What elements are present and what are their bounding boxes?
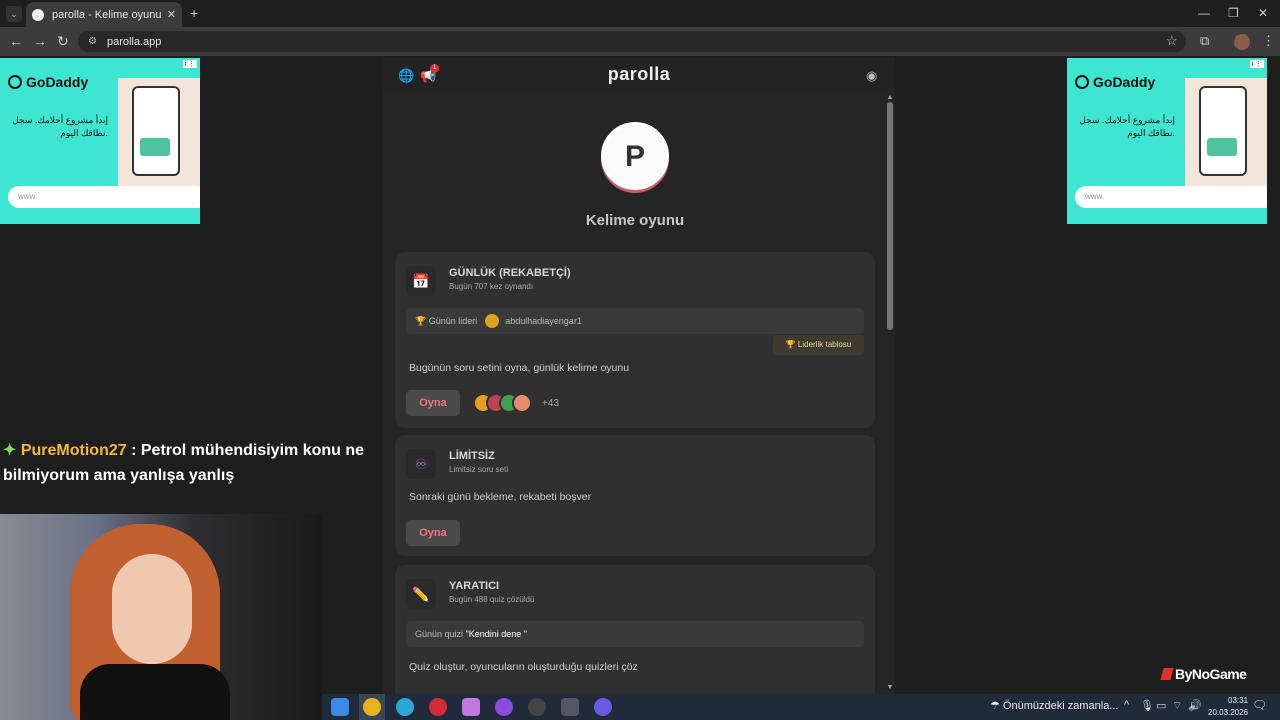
page-scrollbar[interactable]: ▲ ▼ (886, 94, 894, 692)
edge-icon[interactable] (396, 698, 414, 716)
infinity-icon: ♾ (406, 449, 436, 479)
ad-choices-icon[interactable]: i ⋮ (182, 60, 197, 68)
volume-icon[interactable]: 🔊 (1188, 699, 1202, 712)
godaddy-logo: GoDaddy (1075, 74, 1155, 90)
browser-tab[interactable]: parolla - Kelime oyunu. Günlük ✕ (26, 2, 182, 27)
calendar-icon: 📅 (406, 266, 436, 296)
close-window-button[interactable]: ✕ (1258, 6, 1268, 20)
quiz-label: Günün quizi (415, 629, 464, 639)
bookmark-star-icon[interactable]: ☆ (1166, 33, 1178, 49)
browser-tab-strip: ⌄ parolla - Kelime oyunu. Günlük ✕ + — ❐… (0, 0, 1280, 27)
daily-quiz-row[interactable]: Günün quizi "Kendini dene " (406, 621, 864, 647)
tab-search-icon[interactable]: ⌄ (6, 6, 22, 22)
card-title: LİMİTSİZ (449, 450, 495, 462)
card-title: YARATICI (449, 580, 500, 592)
tab-title: parolla - Kelime oyunu. Günlük (52, 8, 161, 21)
wifi-icon[interactable]: ⌔ (1172, 699, 1182, 713)
scroll-down-icon[interactable]: ▼ (886, 684, 894, 691)
card-description: Sonraki günü bekleme, rekabeti boşver (409, 491, 592, 503)
profile-avatar[interactable] (1234, 34, 1250, 50)
card-description: Quiz oluştur, oyuncuların oluşturduğu qu… (409, 661, 638, 673)
opera-icon[interactable] (429, 698, 447, 716)
tray-expand-icon[interactable]: ^ (1124, 699, 1129, 711)
back-button[interactable]: ← (9, 33, 23, 49)
file-explorer-icon[interactable] (331, 698, 349, 716)
chrome-icon[interactable] (363, 698, 381, 716)
new-tab-button[interactable]: + (190, 5, 198, 21)
user-profile-icon[interactable]: ◉ (866, 68, 877, 84)
daily-play-button[interactable]: Oyna (406, 390, 460, 416)
card-description: Bugünün soru setini oyna, günlük kelime … (409, 362, 630, 374)
recording-icon[interactable] (528, 698, 546, 716)
sparkle-icon: ✦ (3, 442, 21, 459)
ad-phone-image (1185, 78, 1267, 186)
windows-taskbar: ☂ Önümüzdeki zamanla... ^ 🎙 ▭ ⌔ 🔊 03:31 … (322, 694, 1280, 720)
clock-date: 20.03.2026 (1208, 708, 1249, 717)
browser-menu-icon[interactable]: ⋮ (1262, 33, 1275, 49)
player-avatar (512, 393, 532, 413)
scroll-up-icon[interactable]: ▲ (886, 94, 894, 101)
parolla-favicon-icon (32, 8, 44, 21)
ad-text: إبدأ مشروع أحلامك. سجل نطاقك اليوم. (12, 115, 108, 138)
card-subtitle: Bugün 707 kez oynandı (449, 282, 534, 291)
reload-button[interactable]: ↻ (57, 33, 69, 50)
card-title: GÜNLÜK (REKABETÇİ) (449, 267, 571, 279)
forward-button[interactable]: → (33, 33, 47, 49)
notification-center-icon[interactable]: 🗨 (1252, 698, 1267, 712)
parolla-logo-badge: P (601, 122, 669, 190)
leader-name: abdulhadiayengar1 (505, 316, 582, 326)
ad-phone-image (118, 78, 200, 186)
daily-mode-card: 📅 GÜNLÜK (REKABETÇİ) Bugün 707 kez oynan… (395, 252, 875, 428)
minimize-button[interactable]: — (1198, 6, 1210, 20)
card-subtitle: Limitsiz soru seti (449, 465, 509, 474)
settings-gear-icon[interactable] (561, 698, 579, 716)
site-info-icon[interactable]: ⚙ (88, 36, 97, 47)
ad-domain-field: www. (8, 186, 200, 208)
obs-icon[interactable] (495, 698, 513, 716)
leaderboard-button[interactable]: 🏆 Liderlik tablosu (773, 335, 864, 355)
browser-toolbar: ← → ↻ ⚙ parolla.app ☆ ⧉ ⋮ (0, 27, 1280, 56)
pencil-icon: ✏️ (406, 579, 436, 609)
unlimited-play-button[interactable]: Oyna (406, 520, 460, 546)
bynogame-watermark: ByNoGame (1160, 666, 1247, 682)
restore-button[interactable]: ❐ (1228, 6, 1239, 20)
trophy-icon: 🏆 (415, 315, 429, 326)
streamer-webcam (0, 514, 322, 720)
daily-leader-row[interactable]: 🏆 Günün lideri abdulhadiayengar1 (406, 308, 864, 334)
system-clock[interactable]: 03:31 20.03.2026 (1208, 695, 1248, 719)
network-icon[interactable]: ▭ (1156, 699, 1166, 712)
discord-icon[interactable] (594, 698, 612, 716)
leader-label: Günün lideri (428, 316, 478, 326)
godaddy-logo: GoDaddy (8, 74, 88, 90)
copilot-icon[interactable] (462, 698, 480, 716)
ad-choices-icon[interactable]: i ⋮ (1249, 60, 1264, 68)
page-title: Kelime oyunu (585, 212, 685, 229)
address-bar[interactable]: ⚙ parolla.app (78, 31, 1186, 52)
tab-close-icon[interactable]: ✕ (167, 8, 176, 21)
leader-avatar (485, 314, 500, 328)
umbrella-icon: ☂ (990, 700, 1003, 712)
more-players-count: +43 (542, 398, 559, 409)
creative-mode-card: ✏️ YARATICI Bugün 488 quiz çözüldü Günün… (395, 565, 875, 694)
chat-username: PureMotion27 (20, 442, 127, 459)
site-logo[interactable]: parolla (383, 64, 895, 85)
clock-time: 03:31 (1228, 696, 1249, 705)
weather-widget[interactable]: ☂ Önümüzdeki zamanla... (990, 699, 1118, 712)
card-subtitle: Bugün 488 quiz çözüldü (449, 595, 535, 604)
quiz-name: "Kendini dene " (465, 629, 527, 639)
stream-chat-message: ✦ PureMotion27 : Petrol mühendisiyim kon… (3, 438, 373, 488)
parolla-app: 🌐 📢 1 parolla ◉ ▲ ▼ P Kelime oyunu 📅 GÜN… (383, 58, 895, 694)
extensions-icon[interactable]: ⧉ (1200, 33, 1209, 49)
ad-domain-field: www. (1075, 186, 1267, 208)
ad-text: إبدأ مشروع أحلامك. سجل نطاقك اليوم. (1079, 115, 1175, 138)
microphone-icon[interactable]: 🎙 (1140, 699, 1154, 712)
scrollbar-thumb[interactable] (887, 102, 893, 330)
url-text: parolla.app (106, 35, 162, 48)
unlimited-mode-card: ♾ LİMİTSİZ Limitsiz soru seti Sonraki gü… (395, 435, 875, 556)
ad-banner-right[interactable]: GoDaddy إبدأ مشروع أحلامك. سجل نطاقك الي… (1067, 58, 1267, 224)
ad-banner-left[interactable]: GoDaddy إبدأ مشروع أحلامك. سجل نطاقك الي… (0, 58, 200, 224)
site-header: 🌐 📢 1 parolla ◉ (383, 58, 895, 92)
